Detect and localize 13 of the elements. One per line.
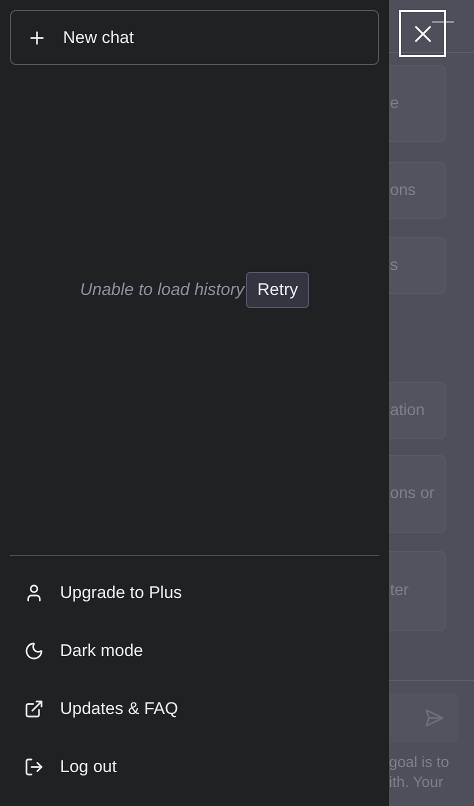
external-icon	[24, 699, 44, 719]
logout-icon	[24, 757, 44, 777]
menu-item[interactable]: Upgrade to Plus	[10, 564, 379, 622]
message-input[interactable]	[389, 693, 458, 743]
send-icon	[424, 708, 444, 728]
moon-icon	[24, 641, 44, 661]
close-button[interactable]	[399, 10, 446, 57]
new-chat-button[interactable]: New chat	[10, 10, 379, 65]
retry-button[interactable]: Retry	[246, 272, 310, 308]
history-error-text: Unable to load history	[80, 280, 244, 300]
menu-item[interactable]: Dark mode	[10, 622, 379, 680]
menu-item[interactable]: Updates & FAQ	[10, 680, 379, 738]
menu-item[interactable]: Log out	[10, 738, 379, 796]
